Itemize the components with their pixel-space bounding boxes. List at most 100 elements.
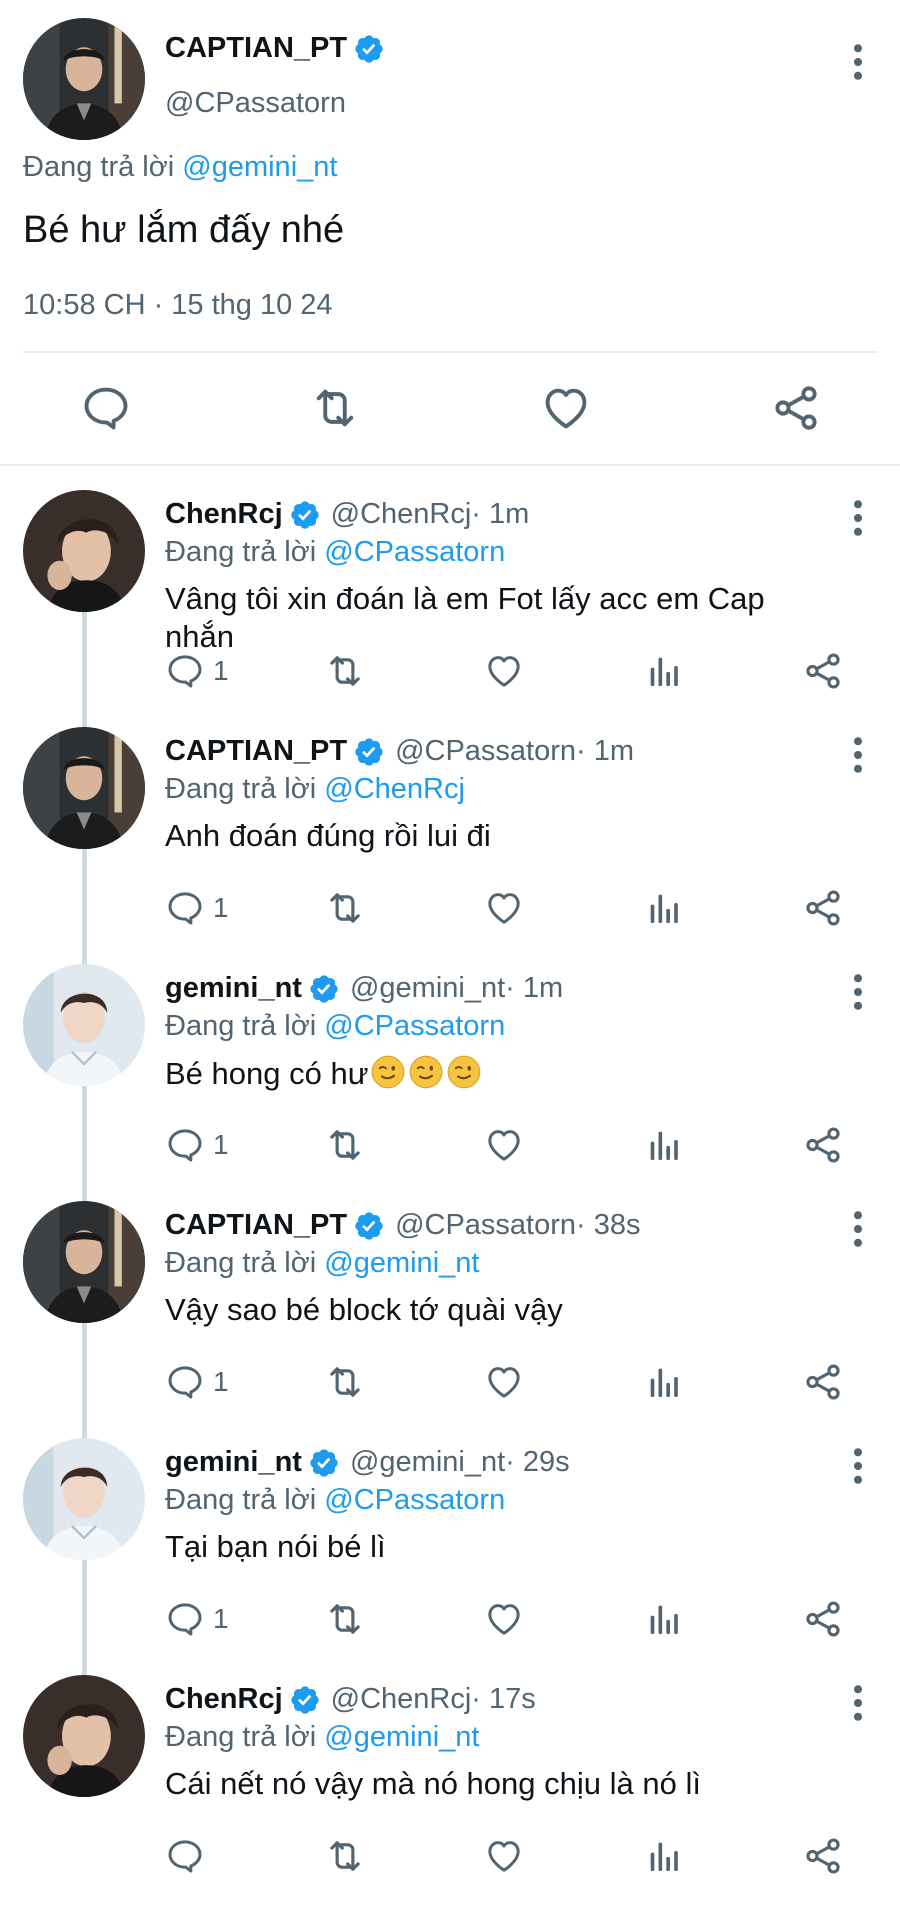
reply-icon[interactable] [165, 651, 205, 691]
mention-link[interactable]: @gemini_nt [182, 151, 337, 183]
author-name[interactable]: CAPTIAN_PT [165, 735, 347, 768]
reply-time[interactable]: · 29s [505, 1446, 569, 1479]
reply-time[interactable]: · 17s [471, 1683, 535, 1716]
author-handle[interactable]: @gemini_nt [350, 1446, 505, 1479]
tweet-timestamp[interactable]: 10:58 CH · 15 thg 10 24 [23, 289, 333, 322]
stats-icon[interactable] [644, 885, 684, 931]
more-options-icon[interactable] [836, 1681, 880, 1730]
author-handle[interactable]: @CPassatorn [395, 735, 576, 768]
replying-to: Đang trả lời @CPassatorn [165, 1484, 505, 1517]
stats-icon[interactable] [644, 648, 684, 694]
avatar[interactable] [23, 18, 145, 140]
avatar[interactable] [23, 1438, 145, 1560]
more-options-icon[interactable] [836, 733, 880, 782]
share-icon[interactable] [802, 885, 844, 931]
share-icon[interactable] [802, 1359, 844, 1405]
reply-button[interactable]: 1 [165, 1359, 229, 1405]
stats-icon[interactable] [644, 1359, 684, 1405]
reply-tweet[interactable]: ChenRcj @ChenRcj · 1m Đang trả lời @CPas… [0, 476, 900, 712]
like-icon[interactable] [484, 1122, 524, 1168]
retweet-icon[interactable] [324, 1833, 366, 1879]
more-options-icon[interactable] [836, 1207, 880, 1256]
replying-prefix: Đang trả lời [165, 1484, 317, 1516]
reply-header: CAPTIAN_PT @CPassatorn · 38s [165, 1209, 641, 1242]
author-name-text[interactable]: CAPTIAN_PT [165, 32, 347, 65]
retweet-icon[interactable] [324, 1596, 366, 1642]
like-icon[interactable] [484, 648, 524, 694]
retweet-icon[interactable] [324, 1359, 366, 1405]
author-handle[interactable]: @CPassatorn [165, 87, 346, 120]
stats-icon[interactable] [644, 1596, 684, 1642]
verified-badge-icon [353, 1210, 385, 1242]
avatar[interactable] [23, 490, 145, 612]
reply-button[interactable] [165, 1833, 205, 1879]
mention-link[interactable]: @gemini_nt [324, 1721, 479, 1753]
reply-header: ChenRcj @ChenRcj · 17s [165, 1683, 536, 1716]
reply-text-content: Cái nết nó vậy mà nó hong chịu là nó lì [165, 1766, 701, 1801]
reply-tweet[interactable]: gemini_nt @gemini_nt · 1m Đang trả lời @… [0, 950, 900, 1186]
replying-to: Đang trả lời @gemini_nt [165, 1247, 479, 1280]
share-icon[interactable] [802, 648, 844, 694]
more-options-icon[interactable] [836, 40, 880, 89]
author-name[interactable]: ChenRcj [165, 498, 283, 531]
author-name[interactable]: gemini_nt [165, 972, 302, 1005]
share-icon[interactable] [802, 1596, 844, 1642]
mention-link[interactable]: @CPassatorn [324, 1010, 505, 1042]
avatar[interactable] [23, 964, 145, 1086]
mention-link[interactable]: @ChenRcj [324, 773, 465, 805]
reply-time[interactable]: · 1m [471, 498, 529, 531]
reply-button[interactable]: 1 [165, 885, 229, 931]
more-options-icon[interactable] [836, 1444, 880, 1493]
share-icon[interactable] [802, 1122, 844, 1168]
author-name[interactable]: gemini_nt [165, 1446, 302, 1479]
like-icon[interactable] [484, 1359, 524, 1405]
reply-icon[interactable] [165, 1362, 205, 1402]
like-icon[interactable] [484, 1596, 524, 1642]
avatar[interactable] [23, 1675, 145, 1797]
more-options-icon[interactable] [836, 970, 880, 1019]
reply-time[interactable]: · 1m [576, 735, 634, 768]
reply-tweet[interactable]: ChenRcj @ChenRcj · 17s Đang trả lời @gem… [0, 1661, 900, 1897]
avatar[interactable] [23, 727, 145, 849]
like-icon[interactable] [484, 1833, 524, 1879]
share-icon[interactable] [802, 1833, 844, 1879]
reply-icon[interactable] [165, 888, 205, 928]
author-name[interactable]: ChenRcj [165, 1683, 283, 1716]
retweet-icon[interactable] [324, 648, 366, 694]
like-icon[interactable] [540, 382, 592, 434]
stats-icon[interactable] [644, 1122, 684, 1168]
author-name[interactable]: CAPTIAN_PT [165, 1209, 347, 1242]
mention-link[interactable]: @CPassatorn [324, 536, 505, 568]
reply-button[interactable]: 1 [165, 648, 229, 694]
author-handle[interactable]: @ChenRcj [331, 498, 472, 531]
share-icon[interactable] [770, 382, 822, 434]
reply-button[interactable]: 1 [165, 1122, 229, 1168]
author-handle[interactable]: @gemini_nt [350, 972, 505, 1005]
more-options-icon[interactable] [836, 496, 880, 545]
reply-icon[interactable] [165, 1836, 205, 1876]
mention-link[interactable]: @CPassatorn [324, 1484, 505, 1516]
reply-button[interactable]: 1 [165, 1596, 229, 1642]
reply-icon[interactable] [165, 1125, 205, 1165]
author-name[interactable]: CAPTIAN_PT [165, 32, 385, 65]
stats-icon[interactable] [644, 1833, 684, 1879]
retweet-icon[interactable] [324, 1122, 366, 1168]
mention-link[interactable]: @gemini_nt [324, 1247, 479, 1279]
reply-icon[interactable] [165, 1599, 205, 1639]
verified-badge-icon [289, 1684, 321, 1716]
reply-time[interactable]: · 1m [505, 972, 563, 1005]
verified-badge-icon [308, 973, 340, 1005]
like-icon[interactable] [484, 885, 524, 931]
avatar[interactable] [23, 1201, 145, 1323]
reply-icon[interactable] [80, 382, 132, 434]
reply-time[interactable]: · 38s [576, 1209, 640, 1242]
reply-tweet[interactable]: CAPTIAN_PT @CPassatorn · 1m Đang trả lời… [0, 713, 900, 949]
reply-tweet[interactable]: gemini_nt @gemini_nt · 29s Đang trả lời … [0, 1424, 900, 1660]
author-handle[interactable]: @ChenRcj [331, 1683, 472, 1716]
reply-tweet[interactable]: CAPTIAN_PT @CPassatorn · 38s Đang trả lờ… [0, 1187, 900, 1423]
reply-header: gemini_nt @gemini_nt · 29s [165, 1446, 570, 1479]
reply-text-content: Anh đoán đúng rồi lui đi [165, 818, 491, 853]
retweet-icon[interactable] [309, 382, 361, 434]
retweet-icon[interactable] [324, 885, 366, 931]
author-handle[interactable]: @CPassatorn [395, 1209, 576, 1242]
